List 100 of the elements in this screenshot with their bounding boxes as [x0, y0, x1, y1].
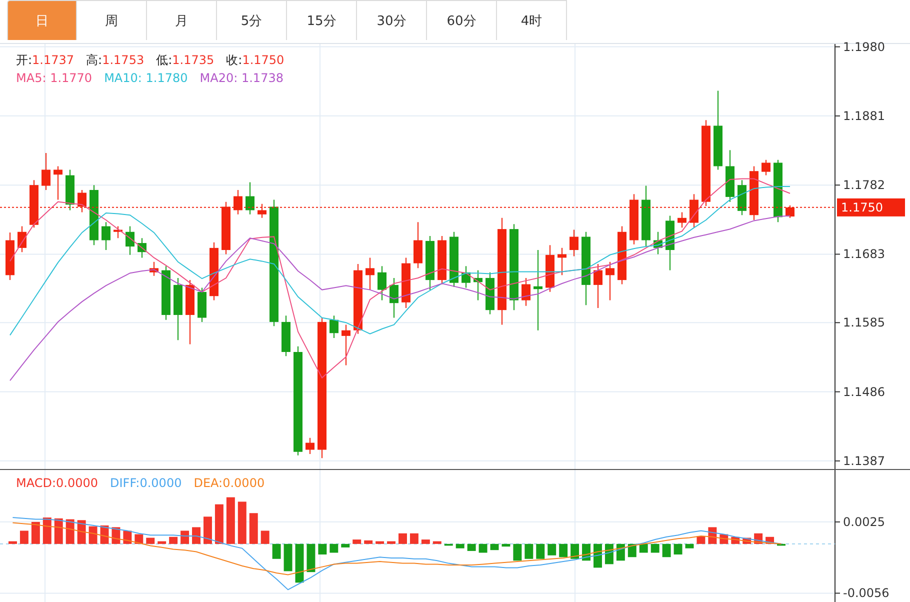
candlestick — [774, 159, 782, 223]
period-tab[interactable]: 月 — [147, 0, 217, 40]
macd-reading: MACD:0.0000 — [16, 476, 98, 490]
histogram-bar — [226, 497, 235, 544]
price-axis-label: 1.1782 — [843, 178, 885, 192]
histogram-bar — [444, 544, 453, 546]
candlestick — [606, 261, 614, 301]
candlestick — [354, 263, 362, 334]
histogram-bar — [238, 502, 246, 544]
candlestick — [558, 247, 566, 276]
candlestick — [150, 261, 158, 276]
histogram-bar — [54, 518, 63, 544]
period-tab[interactable]: 15分 — [287, 0, 357, 40]
histogram-bar — [467, 544, 476, 551]
histogram-bar — [284, 544, 292, 572]
histogram-bar — [387, 541, 396, 544]
price-axis-label: 1.1980 — [843, 40, 885, 54]
histogram-bar — [88, 526, 98, 544]
candlestick — [390, 277, 398, 318]
histogram-bar — [456, 544, 464, 548]
histogram-bar — [192, 527, 200, 544]
candlestick — [138, 238, 146, 258]
candlestick — [210, 242, 218, 301]
histogram-bar — [42, 518, 52, 544]
candlestick — [174, 277, 182, 341]
histogram-bar — [548, 544, 556, 556]
histogram-bar — [421, 540, 430, 544]
candlestick — [642, 185, 650, 248]
period-tab[interactable]: 60分 — [427, 0, 497, 40]
candlestick — [234, 189, 242, 215]
candlestick — [342, 324, 350, 366]
histogram-bar — [272, 544, 281, 559]
histogram-bar — [536, 544, 545, 559]
histogram-bar — [66, 519, 74, 544]
candlestick — [366, 257, 374, 290]
candlestick — [42, 152, 50, 190]
candlestick — [6, 232, 14, 281]
candlestick — [162, 266, 170, 320]
candlestick — [114, 226, 122, 239]
candlestick — [522, 277, 530, 306]
histogram-bar — [376, 541, 384, 544]
candlestick — [438, 236, 446, 285]
macd-reading: DEA:0.0000 — [194, 476, 265, 490]
candlestick — [654, 231, 662, 255]
histogram-bar — [594, 544, 602, 568]
period-tab[interactable]: 5分 — [217, 0, 287, 40]
candlestick — [18, 226, 26, 253]
histogram-bar — [662, 544, 671, 558]
candlestick — [330, 315, 338, 338]
macd-axis-label: -0.0056 — [843, 586, 890, 600]
candlestick — [450, 231, 458, 288]
moving-average-reading: MA20: 1.1738 — [200, 71, 284, 85]
price-reading: 开:1.1737 — [16, 52, 74, 69]
histogram-bar — [490, 544, 499, 550]
candlestick — [738, 180, 746, 216]
price-reading: 高:1.1753 — [86, 52, 144, 69]
candlestick — [750, 166, 758, 220]
histogram-bar — [364, 540, 373, 544]
histogram-bar — [330, 544, 338, 553]
candlestick — [546, 244, 554, 292]
ref-line-label: 1.1750 — [841, 200, 883, 214]
candlestick — [90, 184, 98, 246]
histogram-bar — [432, 541, 442, 544]
candlestick — [474, 270, 482, 301]
histogram-bar — [249, 513, 258, 544]
candlestick — [198, 287, 206, 322]
histogram-bar — [77, 520, 86, 544]
candlestick — [678, 212, 686, 228]
candlestick — [786, 204, 794, 218]
candlestick — [726, 150, 734, 202]
histogram-bar — [204, 516, 212, 544]
histogram-bar — [352, 540, 362, 544]
candlestick — [414, 222, 422, 269]
histogram-bar — [169, 536, 178, 544]
candlestick — [258, 203, 266, 218]
histogram-bar — [559, 544, 568, 558]
price-axis-label: 1.1486 — [843, 384, 885, 399]
candlestick — [462, 266, 470, 288]
candlestick — [66, 169, 74, 211]
candlestick — [762, 159, 770, 176]
candlestick — [630, 194, 638, 245]
candlestick — [402, 257, 410, 308]
candlestick — [306, 437, 314, 454]
period-tab[interactable]: 30分 — [357, 0, 427, 40]
macd-axis-label: 0.0025 — [843, 514, 885, 529]
candlestick — [222, 201, 230, 255]
histogram-bar — [214, 504, 224, 544]
candlestick — [282, 315, 290, 357]
histogram-bar — [295, 544, 304, 583]
last-price-tag: 1.1750 — [837, 198, 905, 216]
period-tab[interactable]: 4时 — [497, 0, 567, 40]
candlestick — [690, 194, 698, 228]
candlestick — [378, 266, 386, 301]
price-axis-label: 1.1683 — [843, 247, 885, 262]
period-tab[interactable]: 周 — [77, 0, 147, 40]
candlestick — [426, 236, 434, 290]
histogram-bar — [502, 544, 510, 547]
histogram-bar — [8, 541, 17, 544]
candlestick — [594, 263, 602, 308]
histogram-bar — [513, 544, 522, 561]
